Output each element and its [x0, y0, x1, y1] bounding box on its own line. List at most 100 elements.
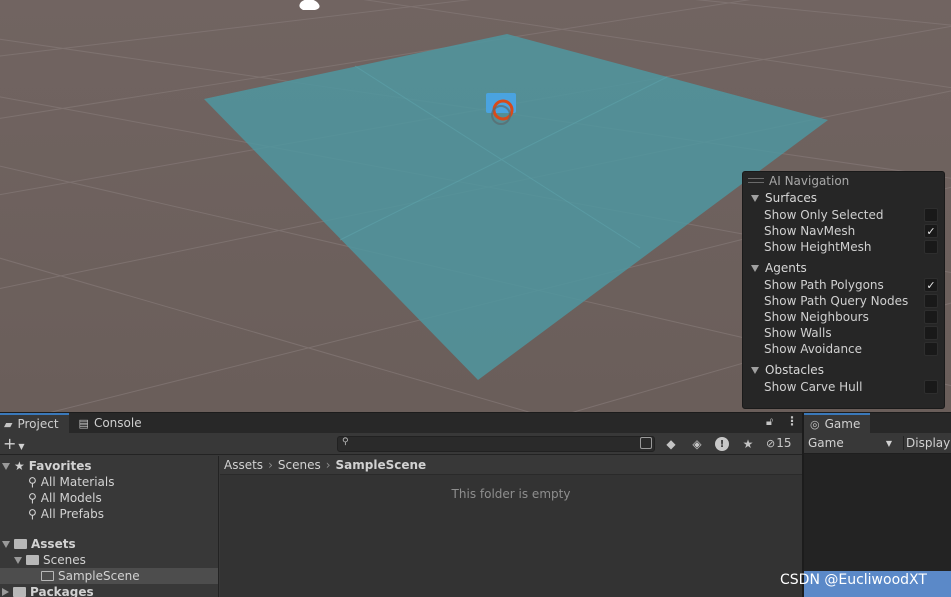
option-show-avoidance[interactable]: Show Avoidance	[743, 341, 944, 357]
foldout-arrow-icon	[2, 588, 9, 596]
tree-item-all-models[interactable]: ⚲ All Models	[0, 490, 218, 506]
search-icon: ⚲	[28, 475, 37, 489]
checkbox-show-navmesh[interactable]: ✓	[924, 224, 938, 238]
game-toolbar: Game ▼ Display 1	[804, 433, 951, 454]
chevron-right-icon: ›	[325, 458, 331, 472]
option-label: Show Walls	[764, 326, 832, 340]
tree-label: Assets	[31, 537, 76, 551]
option-show-path-polygons[interactable]: Show Path Polygons ✓	[743, 277, 944, 293]
project-folder-tree: ★ Favorites ⚲ All Materials ⚲ All Models…	[0, 456, 219, 597]
checkbox-show-walls[interactable]	[924, 326, 938, 340]
breadcrumb-item[interactable]: Assets	[224, 458, 263, 472]
foldout-arrow-icon	[751, 194, 759, 202]
folder-outline-icon	[41, 571, 54, 581]
tab-console[interactable]: ▤ Console	[75, 413, 152, 433]
game-mode-dropdown[interactable]: Game ▼	[808, 436, 892, 451]
section-obstacles[interactable]: Obstacles	[743, 361, 944, 379]
favorite-star-icon[interactable]: ★	[739, 435, 757, 453]
chevron-down-icon: ▼	[885, 439, 892, 448]
tree-label: Packages	[30, 585, 94, 597]
search-icon: ⚲	[28, 491, 37, 505]
option-show-heightmesh[interactable]: Show HeightMesh	[743, 239, 944, 255]
option-show-walls[interactable]: Show Walls	[743, 325, 944, 341]
lock-icon[interactable]: 🔓︎	[766, 415, 773, 429]
checkbox-show-only-selected[interactable]	[924, 208, 938, 222]
display-dropdown[interactable]: Display 1	[903, 436, 951, 450]
project-window: ▰ Project ▤ Console 🔓︎ ⋮ + ▼ ⚲ ◆ ◈ ! ★ ⊘ …	[0, 412, 802, 597]
more-menu-icon[interactable]: ⋮	[786, 414, 798, 428]
folder-icon	[26, 555, 39, 565]
checkbox-show-neighbours[interactable]	[924, 310, 938, 324]
game-window: ◎ Game Game ▼ Display 1	[802, 412, 951, 597]
foldout-arrow-icon	[751, 264, 759, 272]
dropdown-value: Game	[808, 436, 844, 450]
section-label: Agents	[765, 261, 807, 275]
overlay-title-label: AI Navigation	[769, 173, 850, 188]
checkbox-show-avoidance[interactable]	[924, 342, 938, 356]
tab-label: Console	[93, 416, 142, 430]
breadcrumb-item-current[interactable]: SampleScene	[336, 458, 427, 472]
add-button[interactable]: + ▼	[3, 434, 25, 453]
option-label: Show Path Polygons	[764, 278, 884, 292]
foldout-arrow-icon	[14, 556, 22, 564]
section-surfaces[interactable]: Surfaces	[743, 189, 944, 207]
tree-label: All Materials	[40, 475, 115, 489]
tree-samplescene[interactable]: SampleScene	[0, 568, 218, 584]
console-icon: ▤	[78, 416, 89, 430]
drag-handle-icon[interactable]	[748, 178, 764, 183]
foldout-arrow-icon	[2, 462, 10, 470]
section-label: Obstacles	[765, 363, 824, 377]
ai-navigation-title[interactable]: AI Navigation	[743, 172, 944, 189]
option-show-navmesh[interactable]: Show NavMesh ✓	[743, 223, 944, 239]
scene-view[interactable]: AI Navigation Surfaces Show Only Selecte…	[0, 0, 951, 412]
search-icon: ⚲	[28, 507, 37, 521]
option-label: Show HeightMesh	[764, 240, 872, 254]
foldout-arrow-icon	[2, 540, 10, 548]
chevron-right-icon: ›	[268, 458, 273, 472]
checkbox-show-carve-hull[interactable]	[924, 380, 938, 394]
section-agents[interactable]: Agents	[743, 259, 944, 277]
tree-label: SampleScene	[58, 569, 140, 583]
filter-by-type-icon[interactable]: ◆	[662, 435, 680, 453]
dropdown-value: Display 1	[906, 436, 951, 450]
option-show-only-selected[interactable]: Show Only Selected	[743, 207, 944, 223]
empty-folder-message: This folder is empty	[451, 487, 571, 501]
option-label: Show NavMesh	[764, 224, 856, 238]
option-label: Show Path Query Nodes	[764, 294, 909, 308]
breadcrumb-item[interactable]: Scenes	[278, 458, 321, 472]
tree-packages[interactable]: Packages	[0, 584, 218, 597]
option-show-neighbours[interactable]: Show Neighbours	[743, 309, 944, 325]
option-show-carve-hull[interactable]: Show Carve Hull	[743, 379, 944, 395]
eye-slash-icon: ⊘	[766, 436, 776, 450]
tree-assets[interactable]: Assets	[0, 536, 218, 552]
search-icon: ⚲	[342, 437, 349, 447]
option-label: Show Neighbours	[764, 310, 869, 324]
log-types-icon[interactable]: !	[713, 435, 731, 453]
checkbox-show-path-polygons[interactable]: ✓	[924, 278, 938, 292]
filter-by-label-icon[interactable]: ◈	[688, 435, 706, 453]
option-show-path-query-nodes[interactable]: Show Path Query Nodes	[743, 293, 944, 309]
option-label: Show Carve Hull	[764, 380, 863, 394]
hidden-count: 15	[776, 436, 792, 450]
gamepad-icon: ◎	[810, 417, 820, 431]
add-icon: +	[3, 434, 17, 453]
tree-scenes[interactable]: Scenes	[0, 552, 218, 568]
tree-label: All Models	[40, 491, 102, 505]
folder-content-pane[interactable]: Assets › Scenes › SampleScene This folde…	[220, 456, 802, 597]
search-input[interactable]: ⚲	[337, 436, 655, 452]
folder-icon	[14, 539, 27, 549]
tree-label: Favorites	[28, 459, 92, 473]
watermark-text: CSDN @EucliwoodXT	[780, 572, 927, 588]
tab-label: Game	[824, 417, 861, 431]
checkbox-show-path-query-nodes[interactable]	[924, 294, 938, 308]
tree-item-all-prefabs[interactable]: ⚲ All Prefabs	[0, 506, 218, 522]
hidden-packages-toggle[interactable]: ⊘ 15	[766, 436, 792, 450]
tab-project[interactable]: ▰ Project	[0, 413, 69, 433]
folder-icon: ▰	[4, 417, 13, 431]
foldout-arrow-icon	[751, 366, 759, 374]
tree-favorites[interactable]: ★ Favorites	[0, 458, 218, 474]
tree-item-all-materials[interactable]: ⚲ All Materials	[0, 474, 218, 490]
tab-game[interactable]: ◎ Game	[804, 413, 871, 433]
search-by-type-icon[interactable]	[640, 437, 652, 449]
checkbox-show-heightmesh[interactable]	[924, 240, 938, 254]
